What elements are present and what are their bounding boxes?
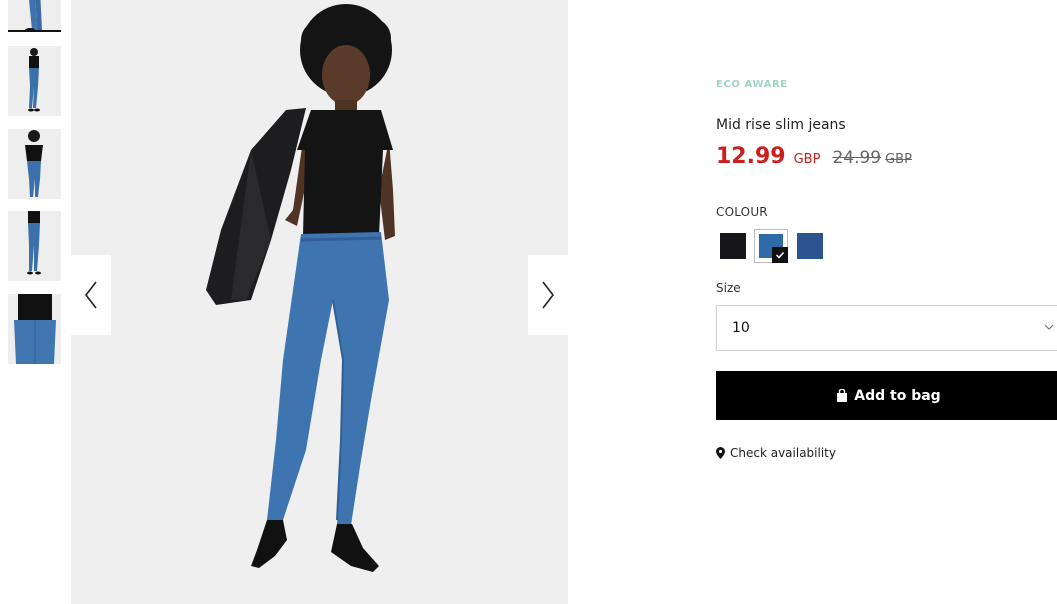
size-label: Size — [716, 281, 741, 295]
size-select[interactable]: 10 — [716, 305, 1057, 351]
colour-swatch-black[interactable] — [720, 233, 746, 259]
eco-aware-badge: ECO AWARE — [716, 79, 788, 90]
size-selected-value: 10 — [732, 320, 750, 336]
thumbnail-1[interactable] — [8, 0, 61, 30]
colour-swatch-mid-blue[interactable] — [754, 229, 788, 263]
check-icon — [772, 247, 788, 263]
gallery-prev-button[interactable] — [71, 255, 111, 335]
chevron-down-icon — [1044, 324, 1054, 330]
thumbnail-4[interactable] — [8, 211, 61, 281]
original-price-currency: GBP — [885, 152, 912, 167]
check-availability-label: Check availability — [730, 446, 836, 460]
colour-label: COLOUR — [716, 205, 768, 219]
sale-price: 12.99 — [716, 144, 786, 169]
chevron-left-icon — [84, 281, 97, 309]
check-availability-link[interactable]: Check availability — [716, 446, 836, 460]
add-to-bag-button[interactable]: Add to bag — [716, 371, 1057, 420]
sale-price-currency: GBP — [793, 152, 821, 167]
main-product-image — [71, 0, 568, 604]
chevron-right-icon — [542, 281, 555, 309]
product-page: ECO AWARE Mid rise slim jeans 12.99 GBP … — [0, 0, 1057, 604]
add-to-bag-label: Add to bag — [854, 387, 941, 404]
product-title: Mid rise slim jeans — [716, 117, 846, 133]
thumbnail-3[interactable] — [8, 129, 61, 199]
price-row: 12.99 GBP 24.99 GBP — [716, 144, 912, 169]
shopping-bag-icon — [836, 389, 848, 402]
thumbnail-2[interactable] — [8, 46, 61, 116]
gallery-next-button[interactable] — [528, 255, 568, 335]
location-pin-icon — [716, 447, 725, 459]
original-price: 24.99 — [832, 148, 882, 168]
thumbnail-active-indicator — [8, 30, 61, 32]
thumbnail-5[interactable] — [8, 294, 61, 364]
colour-swatch-dark-blue[interactable] — [797, 233, 823, 259]
